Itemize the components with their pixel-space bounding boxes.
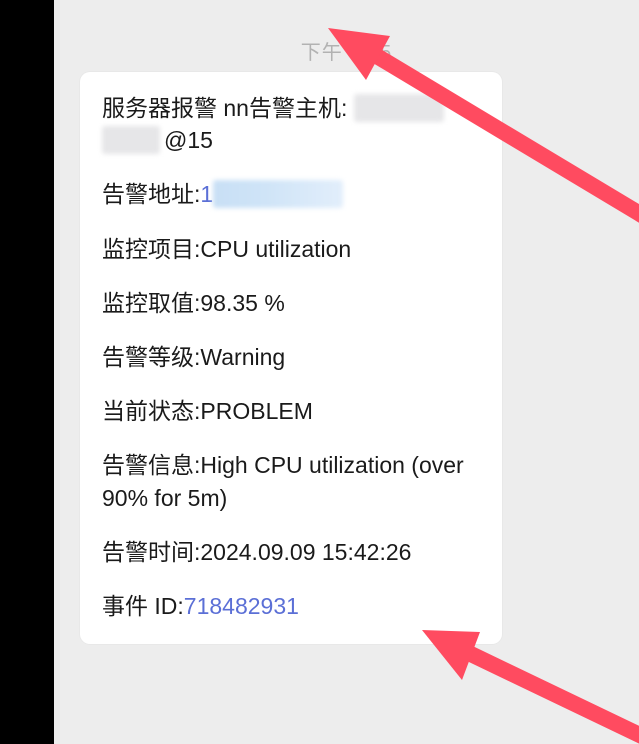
current-status-line: 当前状态:PROBLEM <box>102 395 480 427</box>
event-id-link[interactable]: 718482931 <box>184 593 299 619</box>
alert-info-line: 告警信息:High CPU utilization (over 90% for … <box>102 449 480 513</box>
left-black-bar <box>0 0 54 744</box>
event-id-label: 事件 ID: <box>102 593 184 619</box>
alert-message-bubble[interactable]: 服务器报警 nn告警主机: @15 告警地址:1 监控项目:CPU utiliz… <box>80 72 502 644</box>
alert-info-label: 告警信息: <box>102 452 200 478</box>
redacted-address <box>213 180 343 208</box>
current-status-value: PROBLEM <box>200 398 312 424</box>
monitor-item-value: CPU utilization <box>200 236 351 262</box>
alert-level-label: 告警等级: <box>102 344 200 370</box>
alert-level-line: 告警等级:Warning <box>102 341 480 373</box>
alert-time-value: 2024.09.09 15:42:26 <box>200 539 411 565</box>
monitor-item-line: 监控项目:CPU utilization <box>102 233 480 265</box>
alert-address-prefix: 1 <box>200 181 213 207</box>
chat-background: 下午 4:15 服务器报警 nn告警主机: @15 告警地址:1 监控项目:CP… <box>54 0 639 744</box>
alert-host-prefix: 服务器报警 nn告警主机: <box>102 95 347 121</box>
monitor-value-line: 监控取值:98.35 % <box>102 287 480 319</box>
alert-level-value: Warning <box>200 344 285 370</box>
alert-time-line: 告警时间:2024.09.09 15:42:26 <box>102 536 480 568</box>
redacted-host-1 <box>354 94 444 122</box>
alert-time-label: 告警时间: <box>102 539 200 565</box>
alert-address-label: 告警地址: <box>102 181 200 207</box>
monitor-value-value: 98.35 % <box>200 290 284 316</box>
current-status-label: 当前状态: <box>102 398 200 424</box>
screenshot-viewport: 下午 4:15 服务器报警 nn告警主机: @15 告警地址:1 监控项目:CP… <box>0 0 639 744</box>
alert-host-line: 服务器报警 nn告警主机: @15 <box>102 92 480 156</box>
alert-host-suffix: @15 <box>164 127 213 153</box>
message-timestamp: 下午 4:15 <box>54 36 639 65</box>
event-id-line: 事件 ID:718482931 <box>102 590 480 622</box>
alert-address-line: 告警地址:1 <box>102 178 480 210</box>
monitor-item-label: 监控项目: <box>102 236 200 262</box>
redacted-host-2 <box>102 126 160 154</box>
monitor-value-label: 监控取值: <box>102 290 200 316</box>
